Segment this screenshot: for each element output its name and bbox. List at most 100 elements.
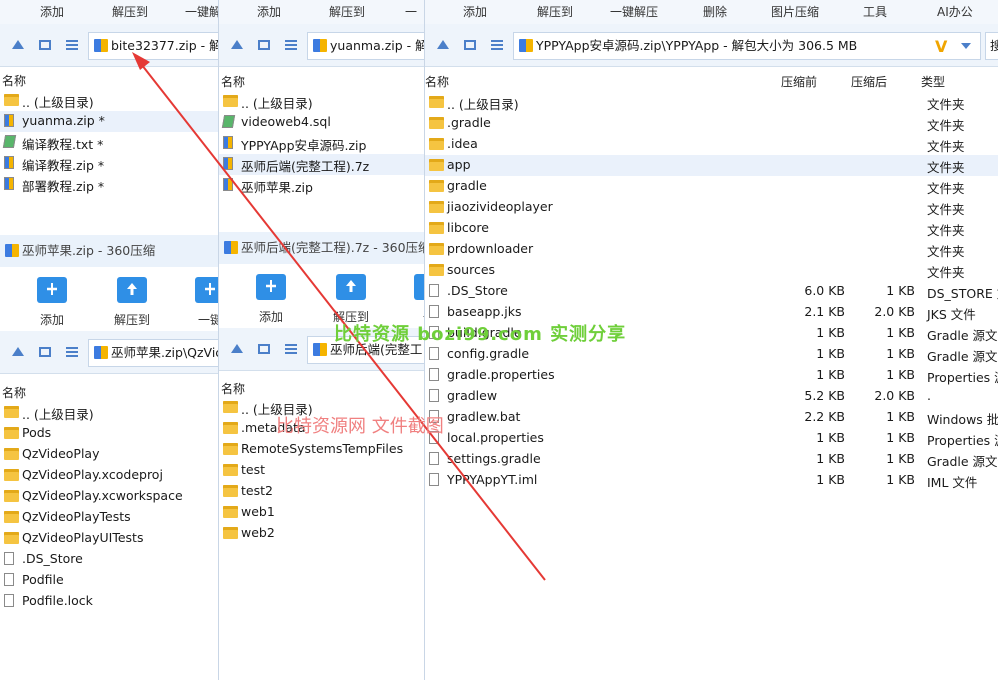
list-item[interactable]: QzVideoPlayUITests [0,528,218,549]
list-item[interactable]: QzVideoPlay.xcworkspace [0,486,218,507]
table-row[interactable]: sources 文件夹 [425,260,998,281]
table-row[interactable]: config.gradle 1 KB 1 KB Gradle 源文件 [425,344,998,365]
path-field[interactable]: bite32377.zip - 解 [88,32,218,60]
file-name: .. (上级目录) [22,95,94,110]
one-click-extract-button[interactable]: 一键解压 [610,3,658,20]
table-row[interactable]: app 文件夹 [425,155,998,176]
list-item[interactable]: .. (上级目录) [219,91,425,112]
list-item[interactable]: web2 [219,523,425,544]
table-row[interactable]: settings.gradle 1 KB 1 KB Gradle 源文件 [425,449,998,470]
table-row[interactable]: YPPYAppYT.iml 1 KB 1 KB IML 文件 [425,470,998,491]
up-arrow-icon[interactable] [231,40,243,49]
list-item[interactable]: test [219,460,425,481]
thumbnail-view-icon[interactable] [464,40,476,50]
up-arrow-icon[interactable] [437,40,449,49]
path-field[interactable]: yuanma.zip - 解 [307,32,425,60]
archive-window-bite: 添加 解压到 一键解 bite32377.zip - 解 名称 .. (上级目录… [0,0,218,235]
thumbnail-view-icon[interactable] [39,40,51,50]
path-field[interactable]: 巫师苹果.zip\QzVic [88,339,218,367]
list-item[interactable]: videoweb4.sql [219,112,425,133]
up-arrow-icon[interactable] [12,347,24,356]
list-view-icon[interactable] [285,40,297,50]
name-column-header[interactable]: 名称 [2,72,26,89]
tools-button[interactable]: 工具 [863,3,887,20]
list-item[interactable]: 部署教程.zip * [0,174,218,195]
add-button[interactable]: 添加 [257,3,281,20]
list-item[interactable]: 巫师苹果.zip [219,175,425,196]
list-item[interactable]: QzVideoPlay [0,444,218,465]
vip-icon[interactable]: V [935,37,947,56]
folder-icon [429,96,444,108]
list-item[interactable]: 编译教程.txt * [0,132,218,153]
extract-to-button[interactable]: 解压到 [537,3,573,20]
add-button[interactable]: 添加 [40,3,64,20]
table-row[interactable]: .DS_Store 6.0 KB 1 KB DS_STORE 文 [425,281,998,302]
ai-office-button[interactable]: AI办公 [937,3,973,20]
chevron-down-icon[interactable] [961,43,971,49]
path-field[interactable]: YPPYApp安卓源码.zip\YPPYApp - 解包大小为 306.5 MB [513,32,981,60]
folder-icon [4,511,19,523]
up-arrow-icon[interactable] [12,40,24,49]
name-column-header[interactable]: 名称 [221,380,245,397]
list-item[interactable]: Podfile [0,570,218,591]
list-item[interactable]: web1 [219,502,425,523]
table-row[interactable]: gradle 文件夹 [425,176,998,197]
table-row[interactable]: libcore 文件夹 [425,218,998,239]
thumbnail-view-icon[interactable] [258,40,270,50]
list-item[interactable]: Podfile.lock [0,591,218,612]
table-row[interactable]: gradlew 5.2 KB 2.0 KB. [425,386,998,407]
after-size-cell: 1 KB [886,367,915,382]
table-row[interactable]: gradle.properties 1 KB 1 KB Properties 源 [425,365,998,386]
delete-button[interactable]: 删除 [703,3,727,20]
list-item[interactable]: .. (上级目录) [0,90,218,111]
list-view-icon[interactable] [66,40,78,50]
file-name: gradlew [447,388,498,403]
name-column-header[interactable]: 名称 [2,384,26,401]
table-row[interactable]: .gradle 文件夹 [425,113,998,134]
add-button[interactable]: 添加 [241,274,301,325]
list-item[interactable]: 编译教程.zip * [0,153,218,174]
list-item[interactable]: test2 [219,481,425,502]
table-row[interactable]: .idea 文件夹 [425,134,998,155]
thumbnail-view-icon[interactable] [39,347,51,357]
thumbnail-view-icon[interactable] [258,344,270,354]
list-view-icon[interactable] [66,347,78,357]
list-item[interactable]: .. (上级目录) [0,402,218,423]
list-item[interactable]: 巫师后端(完整工程).7z [219,154,425,175]
type-column-header[interactable]: 类型 [921,73,945,90]
one-click-button[interactable]: 一键 [180,277,218,328]
search-input[interactable]: 搜 [985,32,998,60]
list-item[interactable]: yuanma.zip * [0,111,218,132]
folder-icon [223,422,238,434]
list-item[interactable]: .DS_Store [0,549,218,570]
extract-to-button[interactable]: 解压到 [102,277,162,328]
table-row[interactable]: gradlew.bat 2.2 KB 1 KB Windows 批处 [425,407,998,428]
name-column-header[interactable]: 名称 [221,73,245,90]
list-view-icon[interactable] [285,344,297,354]
up-arrow-icon[interactable] [231,344,243,353]
table-row[interactable]: .. (上级目录) 文件夹 [425,92,998,113]
before-size-column-header[interactable]: 压缩前 [781,73,817,90]
extract-to-button[interactable]: 解压到 [112,3,148,20]
one-click-extract-button[interactable]: 一 [405,3,417,20]
list-item[interactable]: RemoteSystemsTempFiles [219,439,425,460]
add-label: 添加 [258,310,283,324]
list-item[interactable]: YPPYApp安卓源码.zip [219,133,425,154]
list-item[interactable]: QzVideoPlayTests [0,507,218,528]
before-size-cell: 6.0 KB [804,283,845,298]
one-click-button[interactable]: 一 [399,274,425,325]
list-item[interactable]: QzVideoPlay.xcodeproj [0,465,218,486]
extract-to-button[interactable]: 解压到 [329,3,365,20]
add-button[interactable]: 添加 [463,3,487,20]
add-button[interactable]: 添加 [22,277,82,328]
table-row[interactable]: prdownloader 文件夹 [425,239,998,260]
extract-to-button[interactable]: 解压到 [321,274,381,325]
table-row[interactable]: jiaozivideoplayer 文件夹 [425,197,998,218]
list-view-icon[interactable] [491,40,503,50]
one-click-extract-button[interactable]: 一键解 [185,3,218,20]
table-row[interactable]: local.properties 1 KB 1 KB Properties 源 [425,428,998,449]
image-compress-button[interactable]: 图片压缩 [771,3,819,20]
after-size-column-header[interactable]: 压缩后 [851,73,887,90]
name-column-header[interactable]: 名称 [425,73,449,90]
list-item[interactable]: Pods [0,423,218,444]
